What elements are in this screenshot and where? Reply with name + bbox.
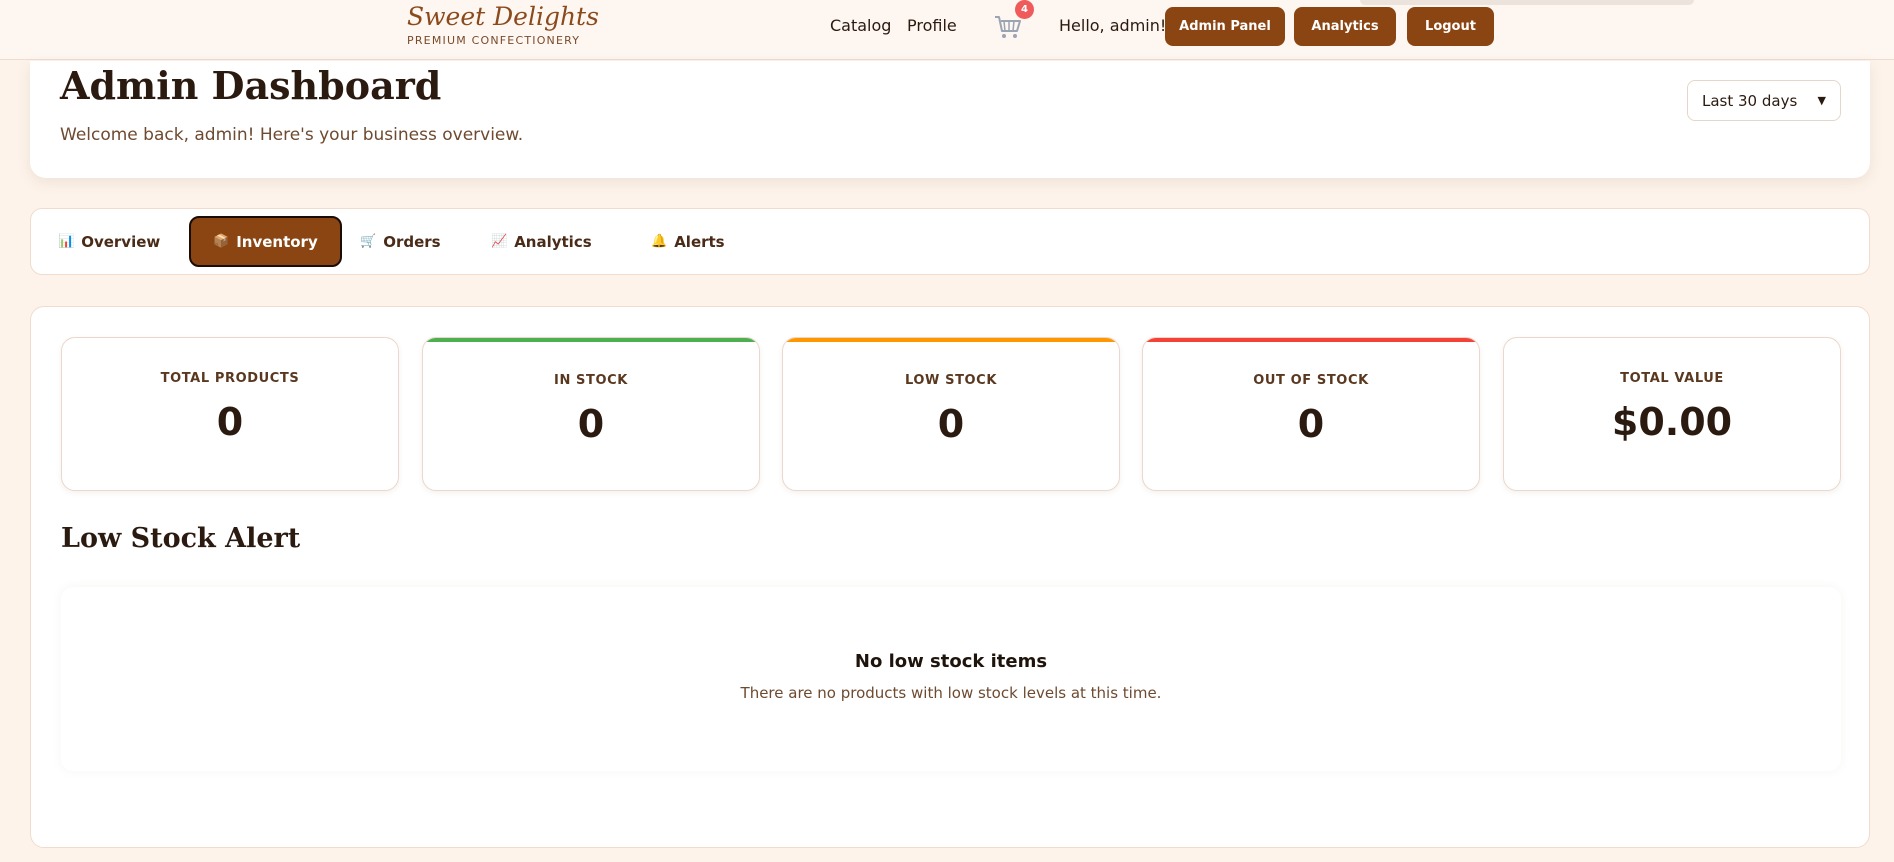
stat-value: $0.00 <box>1611 400 1733 444</box>
stat-card-total-value: TOTAL VALUE $0.00 <box>1503 337 1841 491</box>
brand-logo[interactable]: Sweet Delights PREMIUM CONFECTIONERY <box>407 0 599 47</box>
cart-icon[interactable] <box>993 14 1023 40</box>
chevron-down-icon: ▼ <box>1817 94 1826 107</box>
bar-chart-icon: 📊 <box>58 234 75 249</box>
package-icon: 📦 <box>213 234 230 249</box>
dashboard-header: Admin Dashboard Welcome back, admin! Her… <box>30 61 1870 178</box>
tab-overview[interactable]: 📊 Overview <box>36 216 182 267</box>
stat-card-total-products: TOTAL PRODUCTS 0 <box>61 337 399 491</box>
stat-card-out-of-stock: OUT OF STOCK 0 <box>1142 337 1480 491</box>
analytics-nav-button[interactable]: Analytics <box>1294 7 1396 46</box>
admin-panel-button[interactable]: Admin Panel <box>1165 7 1285 46</box>
stat-value: 0 <box>937 402 965 446</box>
stat-label: OUT OF STOCK <box>1253 373 1369 388</box>
empty-state-text: There are no products with low stock lev… <box>740 684 1162 702</box>
stat-value: 0 <box>216 400 244 444</box>
brand-tagline: PREMIUM CONFECTIONERY <box>407 34 581 47</box>
nav-link-profile[interactable]: Profile <box>907 16 957 35</box>
empty-state-title: No low stock items <box>854 651 1048 672</box>
inventory-panel: TOTAL PRODUCTS 0 IN STOCK 0 LOW STOCK 0 … <box>30 306 1870 848</box>
tab-label: Overview <box>81 232 161 251</box>
bell-icon: 🔔 <box>651 234 668 249</box>
accent-bar <box>783 338 1119 342</box>
dropdown-shadow-strip <box>1360 0 1694 5</box>
tab-orders[interactable]: 🛒 Orders <box>338 216 463 267</box>
low-stock-empty-state: No low stock items There are no products… <box>61 587 1841 771</box>
stat-label: TOTAL VALUE <box>1620 371 1724 386</box>
stat-label: IN STOCK <box>554 373 628 388</box>
user-greeting: Hello, admin! <box>1059 16 1167 35</box>
stat-value: 0 <box>1297 402 1325 446</box>
tab-analytics[interactable]: 📈 Analytics <box>469 216 614 267</box>
nav-link-catalog[interactable]: Catalog <box>830 16 891 35</box>
logout-button[interactable]: Logout <box>1407 7 1494 46</box>
date-range-value: Last 30 days <box>1702 91 1798 110</box>
cart-count-badge: 4 <box>1015 0 1034 19</box>
stat-label: LOW STOCK <box>904 373 998 388</box>
page-title: Admin Dashboard <box>60 63 442 108</box>
tab-alerts[interactable]: 🔔 Alerts <box>629 216 747 267</box>
tab-label: Analytics <box>514 232 592 251</box>
stat-card-low-stock: LOW STOCK 0 <box>782 337 1120 491</box>
accent-bar <box>1143 338 1479 342</box>
cart-icon: 🛒 <box>360 234 377 249</box>
top-navbar: Sweet Delights PREMIUM CONFECTIONERY Cat… <box>0 0 1894 60</box>
stat-value: 0 <box>577 402 605 446</box>
stat-label: TOTAL PRODUCTS <box>160 371 300 386</box>
accent-bar <box>423 338 759 342</box>
date-range-select[interactable]: Last 30 days ▼ <box>1687 80 1841 121</box>
tab-inventory[interactable]: 📦 Inventory <box>189 216 342 267</box>
trend-chart-icon: 📈 <box>491 234 508 249</box>
tab-label: Orders <box>383 232 441 251</box>
brand-name: Sweet Delights <box>407 2 599 31</box>
tab-label: Alerts <box>674 232 725 251</box>
tab-label: Inventory <box>236 232 318 251</box>
page-subtitle: Welcome back, admin! Here's your busines… <box>60 125 524 145</box>
low-stock-title: Low Stock Alert <box>61 523 301 554</box>
stat-card-in-stock: IN STOCK 0 <box>422 337 760 491</box>
dashboard-tabs: 📊 Overview 📦 Inventory 🛒 Orders 📈 Analyt… <box>30 208 1870 275</box>
